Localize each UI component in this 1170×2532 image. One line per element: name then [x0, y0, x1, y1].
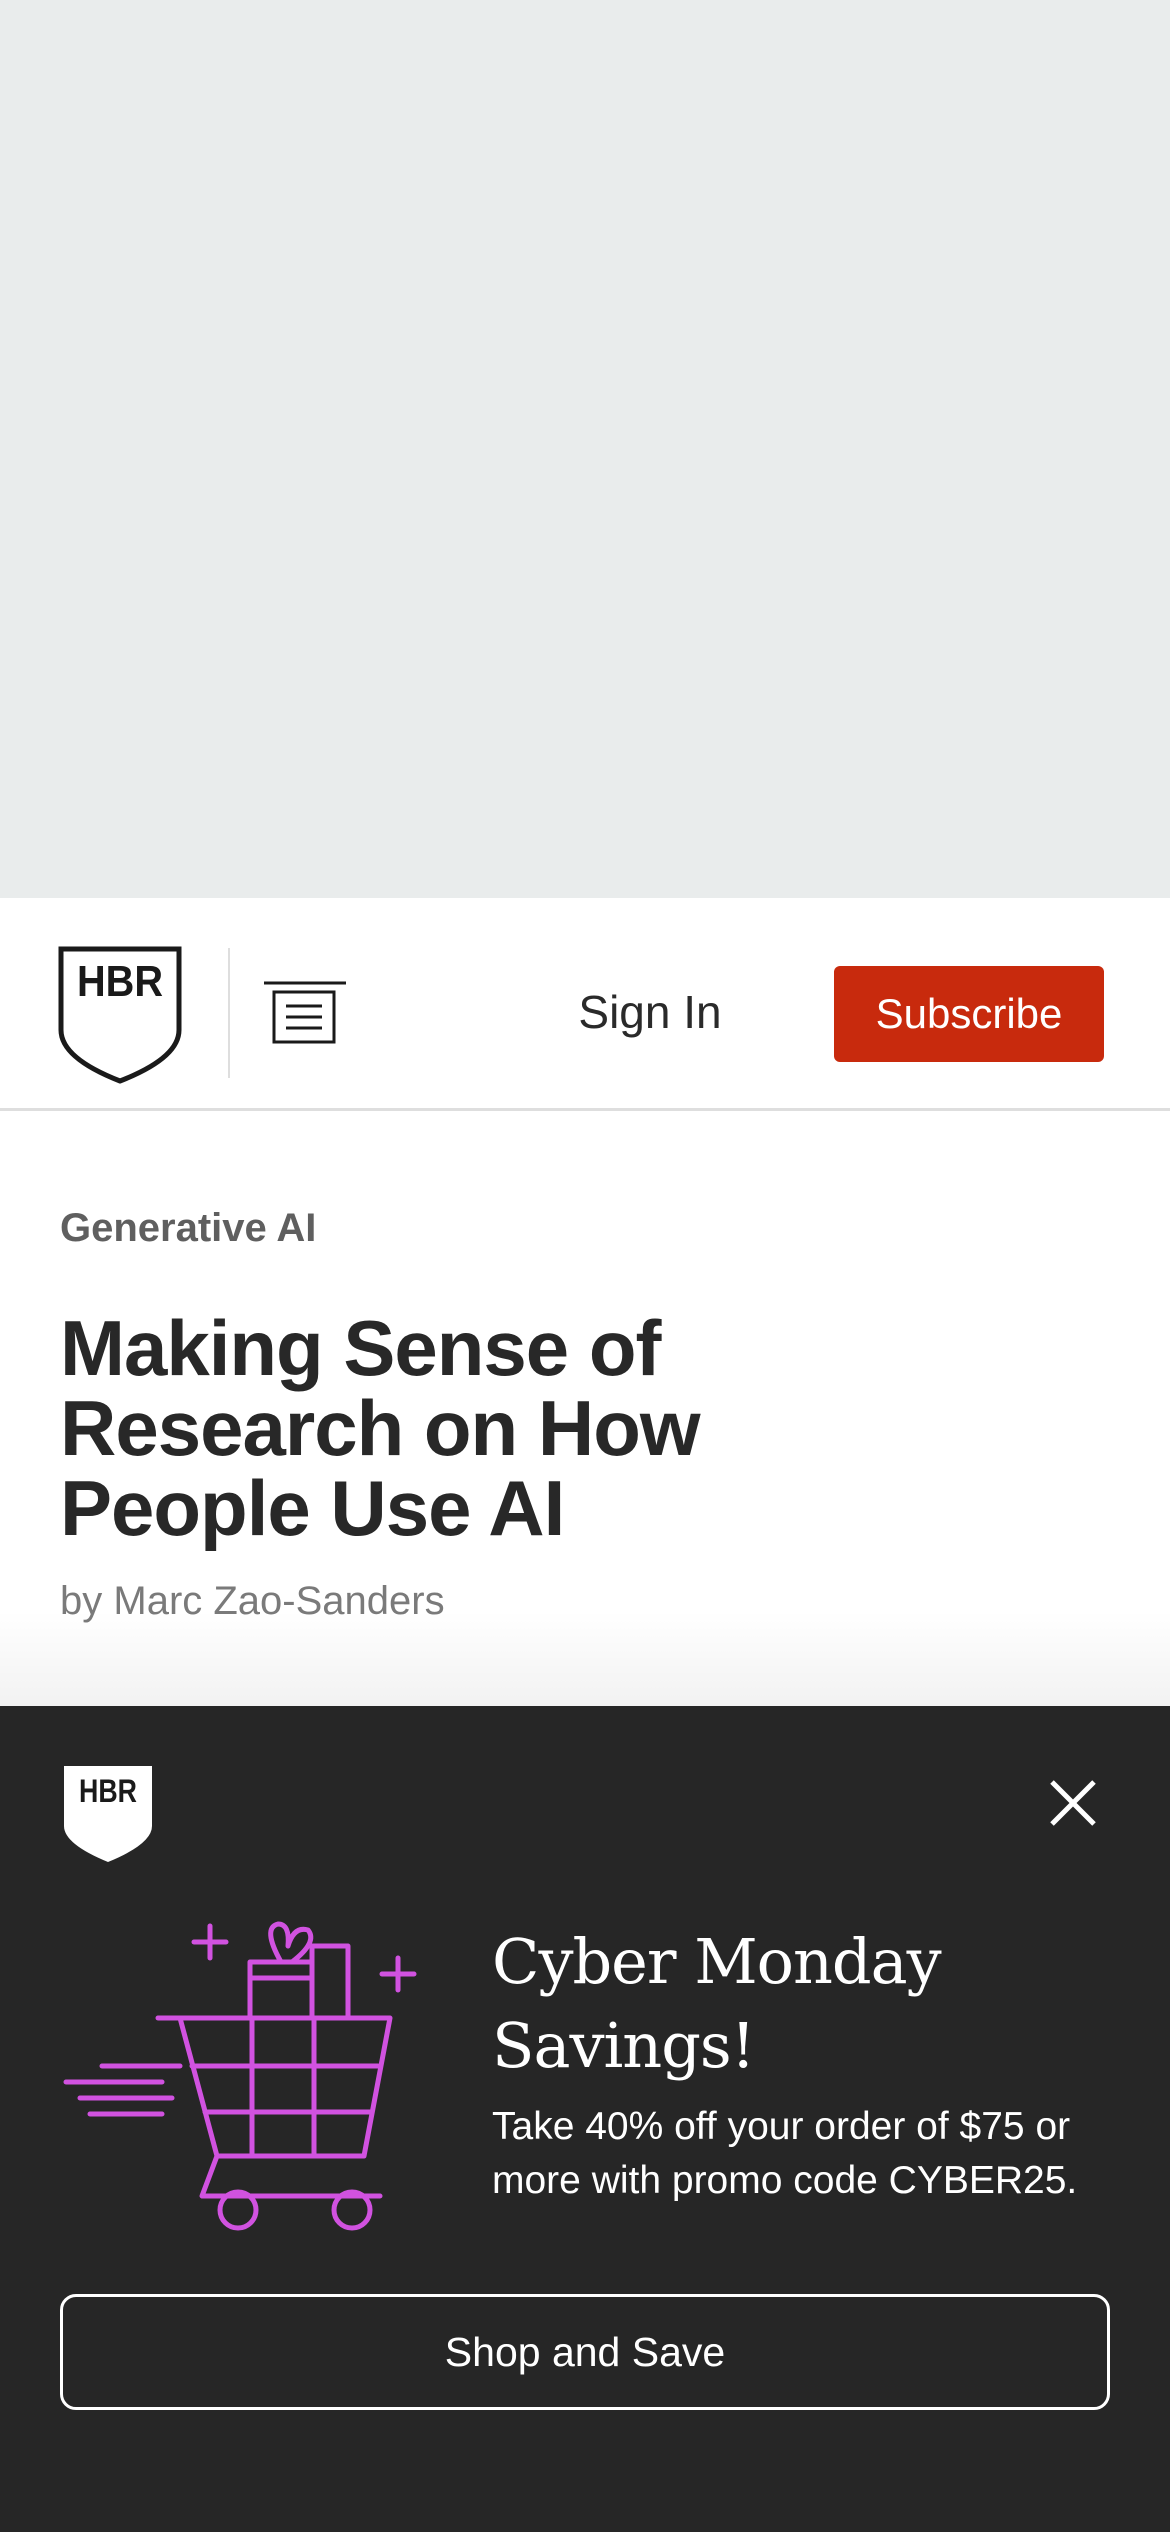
article-header: Generative AI Making Sense of Research o…: [60, 1200, 1110, 1626]
hbr-logo[interactable]: HBR: [58, 946, 182, 1084]
header-divider: [228, 948, 230, 1078]
shopping-cart-gifts-icon: [63, 1921, 417, 2231]
promo-banner: HBR Cyber Monday Savings! Take 40% off y…: [0, 1706, 1170, 2532]
topic-link[interactable]: Generative AI: [60, 1200, 1110, 1256]
sign-in-link[interactable]: Sign In: [560, 978, 740, 1046]
hbr-logo-text: HBR: [77, 957, 163, 1006]
subscribe-button[interactable]: Subscribe: [834, 966, 1104, 1062]
promo-logo-text: HBR: [79, 1773, 137, 1809]
close-icon[interactable]: [1048, 1778, 1098, 1828]
ad-placeholder: [0, 0, 1170, 898]
site-header: HBR Sign In Subscribe: [0, 898, 1170, 1111]
promo-title: Cyber Monday Savings!: [492, 1925, 942, 2082]
shop-and-save-button[interactable]: Shop and Save: [60, 2294, 1110, 2410]
content-fade: [0, 1610, 1170, 1706]
menu-icon[interactable]: [262, 980, 348, 1046]
promo-body: Take 40% off your order of $75 or more w…: [492, 2105, 1078, 2202]
hbr-promo-logo: HBR: [64, 1766, 152, 1862]
article-title: Making Sense of Research on How People U…: [60, 1304, 701, 1552]
